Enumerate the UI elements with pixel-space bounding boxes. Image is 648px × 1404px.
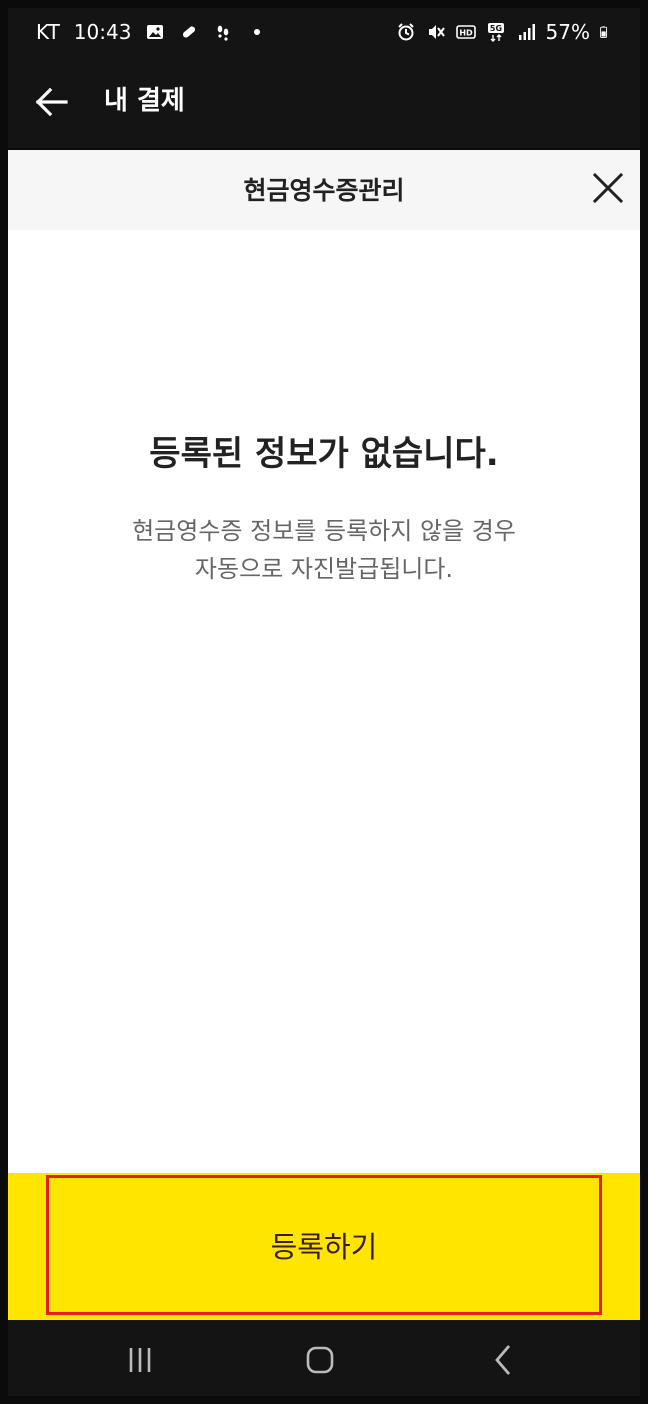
back-arrow-icon[interactable] xyxy=(30,80,74,124)
back-nav-icon[interactable] xyxy=(484,1340,524,1380)
recent-apps-icon[interactable] xyxy=(120,1340,160,1380)
hd-voice-icon: HD xyxy=(455,25,476,39)
status-right: HD 5G 57% xyxy=(396,20,612,44)
bottom-button-area: 등록하기 xyxy=(8,1173,640,1320)
status-left: KT 10:43 xyxy=(36,20,267,44)
svg-text:5G: 5G xyxy=(489,24,501,33)
footprints-icon xyxy=(218,25,229,41)
network-5g-icon: 5G xyxy=(487,23,504,42)
sheet-header: 현금영수증관리 xyxy=(8,150,640,230)
app-header: 내 결제 xyxy=(8,58,640,148)
page-title: 내 결제 xyxy=(104,86,185,116)
gallery-icon xyxy=(147,25,164,39)
pill-icon xyxy=(183,26,196,38)
cash-receipt-sheet: 현금영수증관리 등록된 정보가 없습니다. 현금영수증 정보를 등록하지 않을 … xyxy=(8,150,640,1320)
notification-dot-icon xyxy=(254,29,261,35)
carrier-label: KT xyxy=(36,20,60,44)
mute-icon xyxy=(428,25,445,39)
empty-desc-line-2: 자동으로 자진발급됩니다. xyxy=(194,555,454,583)
system-navigation-bar xyxy=(8,1320,640,1396)
empty-state-title: 등록된 정보가 없습니다. xyxy=(149,434,499,474)
signal-icon xyxy=(518,24,535,40)
empty-state-description: 현금영수증 정보를 등록하지 않을 경우 자동으로 자진발급됩니다. xyxy=(8,512,640,588)
svg-text:HD: HD xyxy=(459,29,473,38)
clock: 10:43 xyxy=(73,20,132,44)
close-icon[interactable] xyxy=(588,168,628,208)
empty-desc-line-1: 현금영수증 정보를 등록하지 않을 경우 xyxy=(132,517,516,545)
home-icon[interactable] xyxy=(300,1340,340,1380)
battery-percent: 57% xyxy=(545,20,590,44)
phone-screen: KT 10:43 HD 5G 57% 내 결제 현금영수증관리 등록된 정보가 … xyxy=(0,0,648,1404)
register-button[interactable]: 등록하기 xyxy=(46,1175,602,1315)
sheet-title: 현금영수증관리 xyxy=(243,176,405,205)
battery-icon xyxy=(600,26,608,38)
alarm-icon xyxy=(397,23,414,41)
status-bar: KT 10:43 HD 5G 57% xyxy=(8,8,640,58)
